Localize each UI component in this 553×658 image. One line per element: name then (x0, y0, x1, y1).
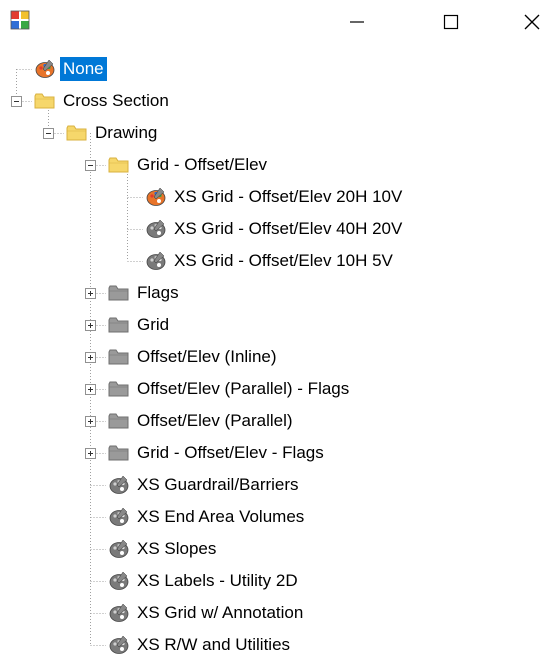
folder-closed-icon (108, 347, 130, 367)
tree-node[interactable]: XS End Area Volumes (0, 502, 553, 532)
tree-node[interactable]: XS Guardrail/Barriers (0, 470, 553, 500)
title-bar[interactable] (0, 0, 553, 44)
tree-node[interactable]: Cross Section (0, 86, 553, 116)
tree-node-label[interactable]: Flags (134, 281, 182, 305)
expand-button[interactable] (85, 384, 96, 395)
tree-node[interactable]: XS R/W and Utilities (0, 630, 553, 658)
collapse-button[interactable] (85, 160, 96, 171)
folder-closed-icon (108, 411, 130, 431)
minimize-button[interactable] (334, 0, 380, 44)
palette-gray-icon (108, 603, 130, 623)
tree-node-label[interactable]: XS Slopes (134, 537, 219, 561)
tree-node-label[interactable]: Offset/Elev (Inline) (134, 345, 280, 369)
expand-button[interactable] (85, 320, 96, 331)
folder-open-icon (34, 91, 56, 111)
palette-gray-icon (108, 635, 130, 655)
tree-node[interactable]: Grid (0, 310, 553, 340)
close-icon (524, 14, 540, 30)
tree-node[interactable]: XS Grid - Offset/Elev 20H 10V (0, 182, 553, 212)
tree-node[interactable]: Flags (0, 278, 553, 308)
palette-gray-icon (108, 539, 130, 559)
tree-node[interactable]: XS Labels - Utility 2D (0, 566, 553, 596)
tree-node[interactable]: Offset/Elev (Parallel) - Flags (0, 374, 553, 404)
tree-node[interactable]: Drawing (0, 118, 553, 148)
expand-button[interactable] (85, 448, 96, 459)
palette-gray-icon (145, 219, 167, 239)
tree-node-label[interactable]: Offset/Elev (Parallel) - Flags (134, 377, 352, 401)
tree-node-label[interactable]: Offset/Elev (Parallel) (134, 409, 296, 433)
tree-node-label[interactable]: XS Grid - Offset/Elev 10H 5V (171, 249, 396, 273)
collapse-button[interactable] (43, 128, 54, 139)
palette-gray-icon (145, 251, 167, 271)
expand-button[interactable] (85, 288, 96, 299)
tree-window: None Cross Section Drawing Grid - Offset… (0, 0, 553, 658)
tree-node-label[interactable]: XS Grid w/ Annotation (134, 601, 306, 625)
folder-open-icon (66, 123, 88, 143)
palette-gray-icon (108, 475, 130, 495)
collapse-button[interactable] (11, 96, 22, 107)
tree-node-label[interactable]: XS Guardrail/Barriers (134, 473, 302, 497)
folder-closed-icon (108, 443, 130, 463)
minimize-icon (350, 21, 364, 23)
tree-node[interactable]: XS Slopes (0, 534, 553, 564)
folder-open-icon (108, 155, 130, 175)
folder-closed-icon (108, 283, 130, 303)
maximize-icon (443, 14, 459, 30)
tree-node[interactable]: XS Grid w/ Annotation (0, 598, 553, 628)
palette-gray-icon (108, 507, 130, 527)
tree-node[interactable]: None (0, 54, 553, 84)
tree-node-label[interactable]: Cross Section (60, 89, 172, 113)
tree-node-label[interactable]: XS End Area Volumes (134, 505, 307, 529)
app-icon (10, 10, 30, 30)
tree-view[interactable]: None Cross Section Drawing Grid - Offset… (0, 44, 553, 658)
palette-gray-icon (108, 571, 130, 591)
palette-color-icon (34, 59, 56, 79)
tree-node[interactable]: Grid - Offset/Elev (0, 150, 553, 180)
tree-node[interactable]: Offset/Elev (Parallel) (0, 406, 553, 436)
tree-node[interactable]: Offset/Elev (Inline) (0, 342, 553, 372)
tree-node[interactable]: XS Grid - Offset/Elev 10H 5V (0, 246, 553, 276)
tree-node-label[interactable]: Drawing (92, 121, 160, 145)
folder-closed-icon (108, 315, 130, 335)
tree-node[interactable]: XS Grid - Offset/Elev 40H 20V (0, 214, 553, 244)
tree-node-label[interactable]: XS Grid - Offset/Elev 40H 20V (171, 217, 405, 241)
expand-button[interactable] (85, 416, 96, 427)
tree-node-label[interactable]: Grid (134, 313, 172, 337)
tree-node-label[interactable]: XS Labels - Utility 2D (134, 569, 301, 593)
tree-node-label[interactable]: Grid - Offset/Elev (134, 153, 270, 177)
maximize-button[interactable] (428, 0, 474, 44)
tree-node-label[interactable]: XS R/W and Utilities (134, 633, 293, 657)
tree-node[interactable]: Grid - Offset/Elev - Flags (0, 438, 553, 468)
tree-node-label[interactable]: Grid - Offset/Elev - Flags (134, 441, 327, 465)
tree-node-label[interactable]: None (60, 57, 107, 81)
close-button[interactable] (509, 0, 553, 44)
tree-node-label[interactable]: XS Grid - Offset/Elev 20H 10V (171, 185, 405, 209)
expand-button[interactable] (85, 352, 96, 363)
folder-closed-icon (108, 379, 130, 399)
palette-color-icon (145, 187, 167, 207)
